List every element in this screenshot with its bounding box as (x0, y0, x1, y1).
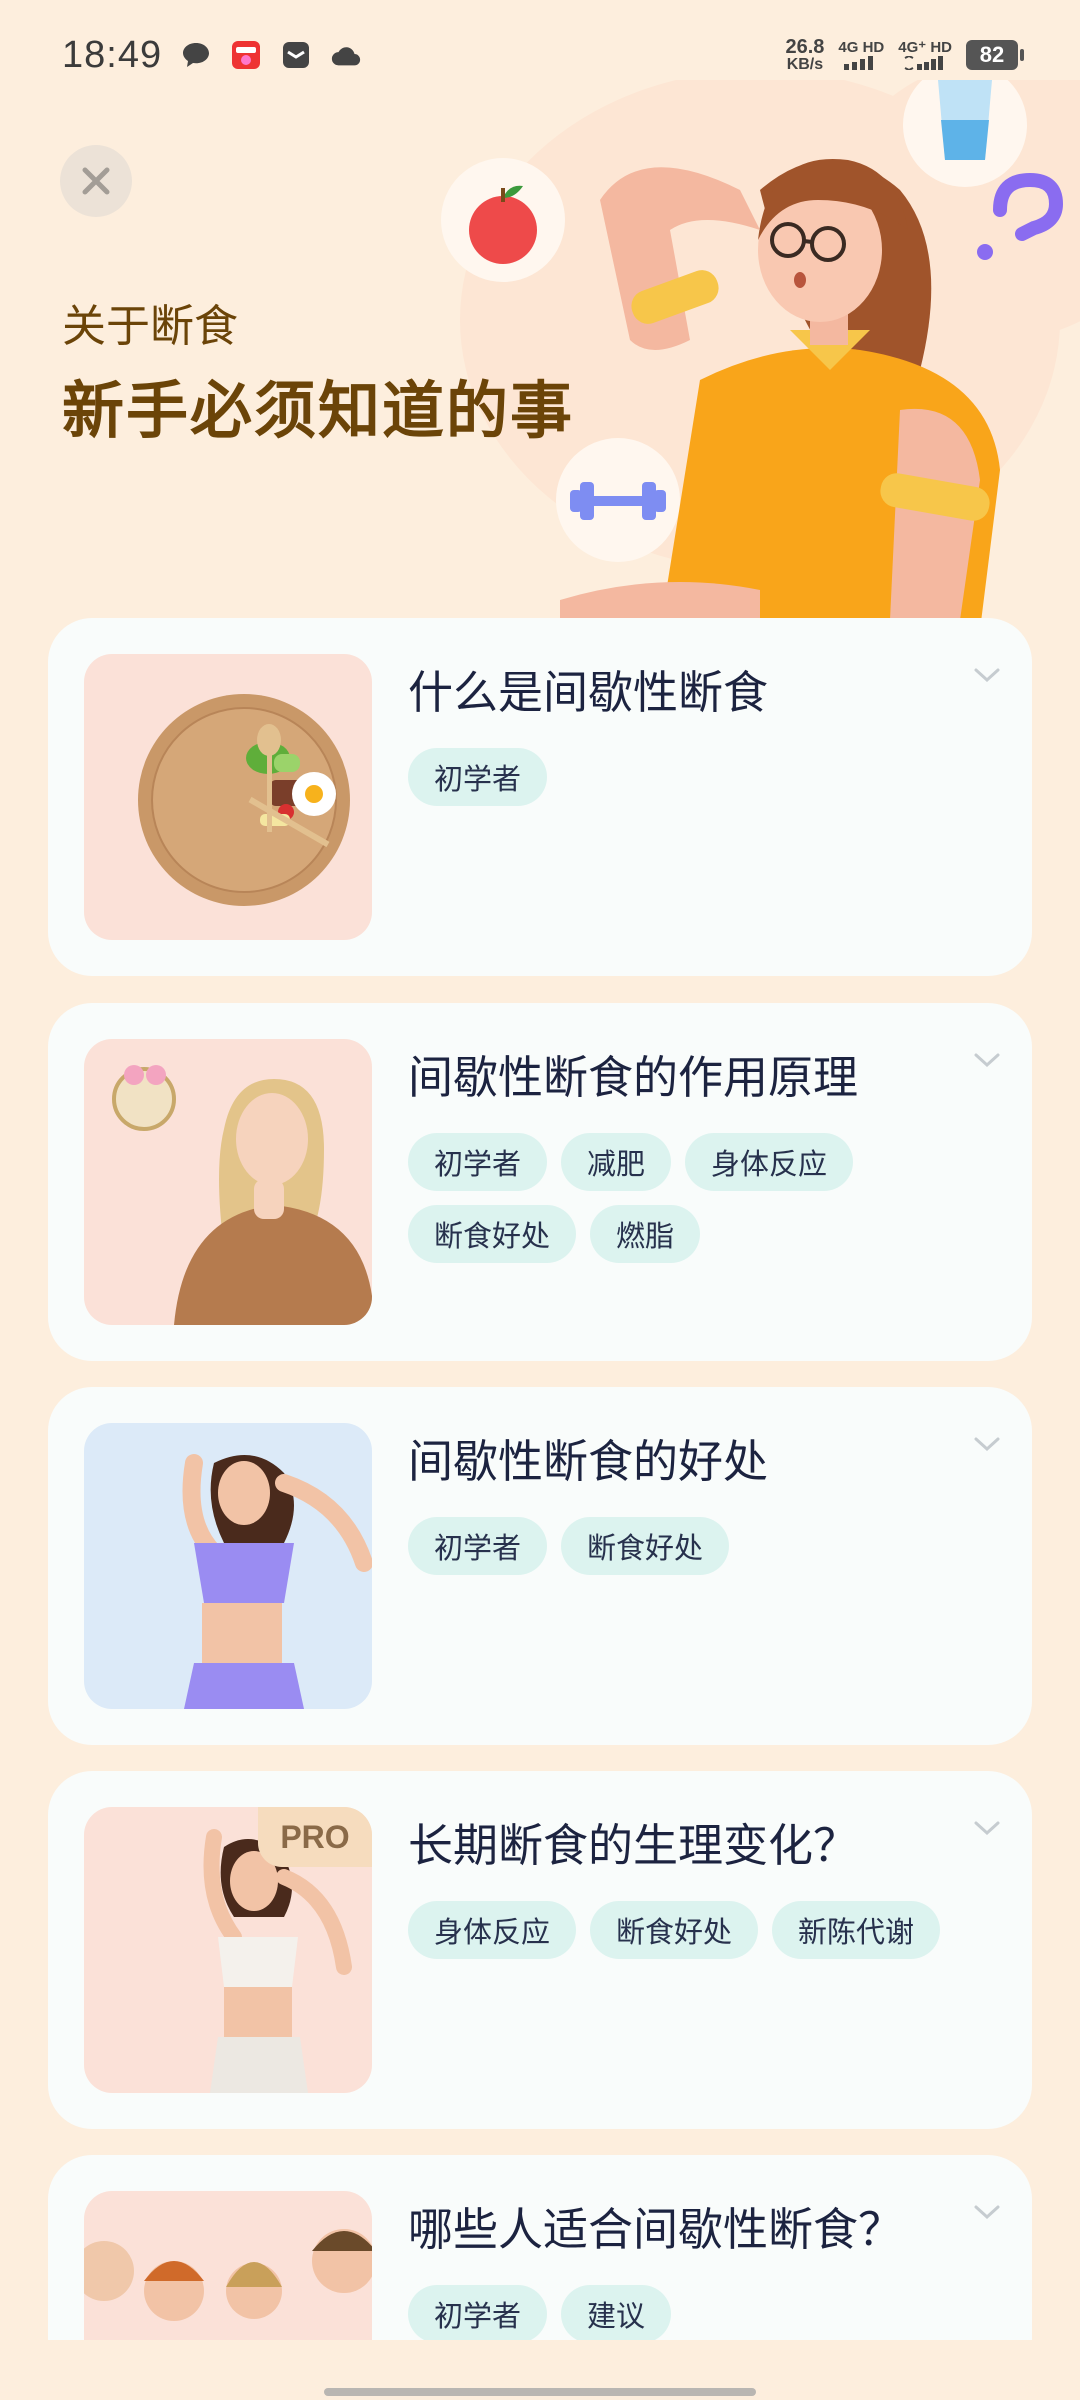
chevron-down-icon[interactable] (970, 1813, 1004, 1843)
tag-list: 初学者 断食好处 (408, 1517, 968, 1575)
apple-icon (441, 158, 565, 282)
article-title: 哪些人适合间歇性断食？ (408, 2203, 904, 2256)
message-icon (180, 39, 212, 71)
close-button[interactable] (60, 145, 132, 217)
tag[interactable]: 身体反应 (408, 1901, 577, 1959)
app-notification-icon (230, 39, 262, 71)
close-icon (82, 167, 110, 195)
tag[interactable]: 燃脂 (590, 1205, 701, 1263)
chevron-down-icon[interactable] (970, 1045, 1004, 1075)
tag-list: 初学者 减肥 身体反应 断食好处 燃脂 (408, 1133, 968, 1263)
article-title: 什么是间歇性断食 (408, 666, 769, 719)
tag[interactable]: 初学者 (408, 2285, 548, 2343)
tag[interactable]: 身体反应 (685, 1133, 854, 1191)
article-thumbnail: PRO (84, 1807, 372, 2093)
status-left: 18:49 (62, 34, 362, 77)
battery-level: 82 (979, 42, 1005, 67)
tag-list: 身体反应 断食好处 新陈代谢 (408, 1901, 968, 1959)
chevron-down-icon[interactable] (970, 2197, 1004, 2227)
article-title: 长期断食的生理变化？ (408, 1819, 859, 1872)
article-card[interactable]: 什么是间歇性断食 初学者 (48, 618, 1032, 976)
tag[interactable]: 断食好处 (408, 1205, 577, 1263)
article-title: 间歇性断食的好处 (408, 1435, 769, 1488)
sim2-signal: 4G⁺ HD (898, 40, 952, 70)
tag[interactable]: 建议 (561, 2285, 672, 2343)
dumbbell-icon (556, 438, 680, 562)
tag-list: 初学者 建议 (408, 2285, 968, 2343)
network-speed: 26.8 KB/s (785, 37, 824, 73)
weather-cloud-icon (330, 39, 362, 71)
article-thumbnail (84, 1423, 372, 1709)
sim2-label: 4G⁺ HD (898, 39, 952, 56)
network-speed-unit: KB/s (786, 56, 824, 73)
hero-title: 新手必须知道的事 (62, 374, 575, 447)
sim1-label: 4G HD (838, 39, 885, 56)
tag[interactable]: 新陈代谢 (772, 1901, 941, 1959)
tag[interactable]: 断食好处 (561, 1517, 730, 1575)
tag[interactable]: 初学者 (408, 1517, 548, 1575)
battery-indicator: 82 (966, 40, 1024, 70)
hero-subtitle: 关于断食 (62, 301, 238, 352)
tag[interactable]: 断食好处 (590, 1901, 759, 1959)
tag[interactable]: 减肥 (561, 1133, 672, 1191)
article-card[interactable]: 间歇性断食的好处 初学者 断食好处 (48, 1387, 1032, 1745)
food-plate-icon (138, 694, 350, 906)
sim1-signal: 4G HD (838, 40, 884, 70)
thinking-woman-image (112, 1065, 372, 1325)
article-card[interactable]: PRO 长期断食的生理变化？ 身体反应 断食好处 新陈代谢 (48, 1771, 1032, 2129)
chevron-down-icon[interactable] (970, 1429, 1004, 1459)
article-card[interactable]: 间歇性断食的作用原理 初学者 减肥 身体反应 断食好处 燃脂 (48, 1003, 1032, 1361)
home-indicator[interactable] (324, 2388, 756, 2396)
article-title: 间歇性断食的作用原理 (408, 1051, 859, 1104)
tag[interactable]: 初学者 (408, 1133, 548, 1191)
network-speed-value: 26.8 (785, 36, 825, 58)
pro-badge: PRO (258, 1807, 372, 1867)
tag[interactable]: 初学者 (408, 748, 548, 806)
woman-purple-sportswear-image (182, 1454, 372, 1709)
mailbox-icon (280, 39, 312, 71)
article-thumbnail (84, 654, 372, 940)
chevron-down-icon[interactable] (970, 660, 1004, 690)
status-right: 26.8 KB/s 4G HD 4G⁺ HD 82 (785, 37, 1024, 73)
article-thumbnail (84, 1039, 372, 1325)
clock: 18:49 (62, 33, 163, 76)
signal-bars-icon (844, 56, 874, 70)
tag-list: 初学者 (408, 748, 968, 806)
signal-bars-icon (904, 56, 944, 70)
hero-banner: 关于断食 新手必须知道的事 (0, 80, 1080, 620)
